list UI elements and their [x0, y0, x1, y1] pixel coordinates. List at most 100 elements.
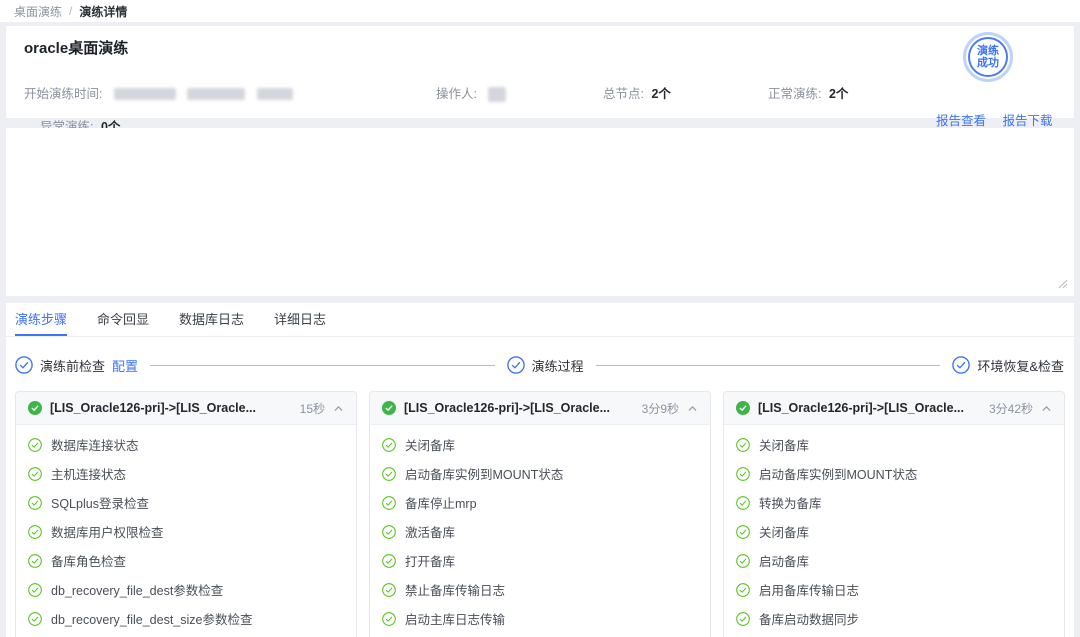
step-card-body: 关闭备库 启动备库实例到MOUNT状态 转换为备库 关闭备库 启动备库 启用备库… — [724, 425, 1064, 637]
step-item-label: 转换为备库 — [759, 493, 822, 512]
total-nodes-label: 总节点: — [603, 87, 644, 101]
step-item: 关闭备库 — [724, 517, 1064, 546]
step-item: 启动主库日志传输 — [724, 633, 1064, 637]
total-nodes-field: 总节点: 2个 — [603, 83, 671, 102]
success-icon — [382, 401, 396, 415]
check-circle-icon — [28, 467, 42, 481]
success-icon — [736, 401, 750, 415]
drill-success-badge: 演练成功 — [963, 32, 1013, 82]
breadcrumb-separator: / — [69, 4, 72, 18]
tab-2[interactable]: 命令回显 — [97, 303, 149, 336]
check-circle-icon — [382, 467, 396, 481]
step-item-label: 禁止备库传输日志 — [405, 580, 505, 599]
drill-topology-panel: 开始 结束 LIS_Oracle126-pri LIS_Oracle127-st… — [6, 128, 1074, 296]
step-item: SQLplus登录检查 — [16, 488, 356, 517]
check-circle-icon — [952, 356, 970, 374]
timeline-step-label: 演练前检查 — [40, 356, 105, 375]
step-item-label: 关闭备库 — [759, 435, 809, 454]
collapse-icon[interactable] — [687, 403, 698, 414]
step-item-label: db_recovery_file_dest参数检查 — [51, 580, 223, 599]
step-item: 关闭备库 — [370, 430, 710, 459]
step-item-label: 备库停止mrp — [405, 493, 477, 512]
step-item: db_recovery_file_dest参数检查 — [16, 575, 356, 604]
tab-1[interactable]: 演练步骤 — [15, 303, 67, 336]
step-item-label: 启动备库 — [759, 551, 809, 570]
check-circle-icon — [15, 356, 33, 374]
timeline-step-1: 演练前检查配置 — [15, 356, 138, 375]
check-circle-icon — [28, 554, 42, 568]
step-card-duration: 3分9秒 — [642, 400, 679, 417]
collapse-icon[interactable] — [333, 403, 344, 414]
resize-handle-icon[interactable] — [1056, 277, 1068, 292]
check-circle-icon — [382, 496, 396, 510]
step-item: 启用备库传输日志 — [724, 575, 1064, 604]
step-card-header[interactable]: [LIS_Oracle126-pri]->[LIS_Oracle...3分9秒 — [370, 392, 710, 425]
check-circle-icon — [736, 438, 750, 452]
step-item: 数据库连接状态 — [16, 430, 356, 459]
breadcrumb: 桌面演练 / 演练详情 — [0, 0, 1080, 22]
step-item: 不支持闪回表空间检查 — [16, 633, 356, 637]
check-circle-icon — [736, 496, 750, 510]
check-circle-icon — [28, 612, 42, 626]
normal-drill-field: 正常演练: 2个 — [768, 83, 848, 102]
step-item-label: 备库角色检查 — [51, 551, 126, 570]
step-item: 主机连接状态 — [16, 459, 356, 488]
breadcrumb-current: 演练详情 — [79, 3, 127, 20]
check-circle-icon — [28, 496, 42, 510]
start-time-field: 开始演练时间: — [24, 83, 293, 102]
success-icon — [28, 401, 42, 415]
step-item: 禁止备库传输日志 — [370, 575, 710, 604]
step-item-label: 启动备库实例到MOUNT状态 — [405, 464, 563, 483]
config-link[interactable]: 配置 — [112, 356, 138, 375]
step-item-label: 激活备库 — [405, 522, 455, 541]
timeline-step-2: 演练过程 — [507, 356, 584, 375]
timeline-connector — [596, 365, 941, 366]
report-download-link[interactable]: 报告下载 — [1003, 114, 1053, 128]
step-item-label: 备库启动数据同步 — [759, 609, 859, 628]
check-circle-icon — [28, 438, 42, 452]
step-item-label: 关闭备库 — [759, 522, 809, 541]
tab-3[interactable]: 数据库日志 — [179, 303, 244, 336]
step-item: db_recovery_file_dest_size参数检查 — [16, 604, 356, 633]
check-circle-icon — [736, 467, 750, 481]
step-card-title: [LIS_Oracle126-pri]->[LIS_Oracle... — [50, 401, 292, 415]
drill-detail-panel: 演练步骤命令回显数据库日志详细日志 演练前检查配置 演练过程 环境恢复&检查 [… — [6, 303, 1074, 637]
step-item: 启动备库实例到MOUNT状态 — [370, 459, 710, 488]
step-item-label: 数据库用户权限检查 — [51, 522, 164, 541]
collapse-icon[interactable] — [1041, 403, 1052, 414]
step-item: 启动主库日志传输 — [370, 604, 710, 633]
operator-redacted — [488, 87, 506, 102]
step-card-body: 数据库连接状态 主机连接状态 SQLplus登录检查 数据库用户权限检查 备库角… — [16, 425, 356, 637]
tab-4[interactable]: 详细日志 — [274, 303, 326, 336]
check-circle-icon — [507, 356, 525, 374]
step-card-title: [LIS_Oracle126-pri]->[LIS_Oracle... — [758, 401, 981, 415]
step-card-body: 关闭备库 启动备库实例到MOUNT状态 备库停止mrp 激活备库 打开备库 禁止… — [370, 425, 710, 637]
timeline-connector — [150, 365, 495, 366]
report-links: 报告查看 报告下载 — [936, 110, 1066, 129]
step-card-header[interactable]: [LIS_Oracle126-pri]->[LIS_Oracle... 15秒 — [16, 392, 356, 425]
step-item: 备库角色检查 — [16, 546, 356, 575]
step-item-label: SQLplus登录检查 — [51, 493, 149, 512]
report-view-link[interactable]: 报告查看 — [936, 114, 986, 128]
drill-success-badge-text: 演练成功 — [968, 37, 1008, 77]
start-time-redacted-3 — [257, 88, 293, 100]
check-circle-icon — [382, 554, 396, 568]
step-item: 启动备库实例到MOUNT状态 — [724, 459, 1064, 488]
step-item-label: 主机连接状态 — [51, 464, 126, 483]
step-card-header[interactable]: [LIS_Oracle126-pri]->[LIS_Oracle...3分42秒 — [724, 392, 1064, 425]
normal-drill-label: 正常演练: — [768, 87, 821, 101]
check-circle-icon — [28, 583, 42, 597]
check-circle-icon — [382, 525, 396, 539]
step-item: 激活备库 — [370, 517, 710, 546]
drill-summary-card: oracle桌面演练 开始演练时间: 操作人: 总节点: 2个 正常演练: 2个… — [6, 26, 1074, 118]
start-time-redacted-1 — [114, 88, 176, 100]
operator-field: 操作人: — [436, 83, 506, 102]
step-item-label: db_recovery_file_dest_size参数检查 — [51, 609, 252, 628]
start-time-redacted-2 — [187, 88, 245, 100]
step-item: 启动备库 — [724, 546, 1064, 575]
breadcrumb-parent[interactable]: 桌面演练 — [14, 3, 62, 20]
step-card-2: [LIS_Oracle126-pri]->[LIS_Oracle...3分9秒 … — [369, 391, 711, 637]
normal-drill-value: 2个 — [829, 87, 848, 101]
step-card-duration: 15秒 — [300, 400, 325, 417]
check-circle-icon — [736, 525, 750, 539]
